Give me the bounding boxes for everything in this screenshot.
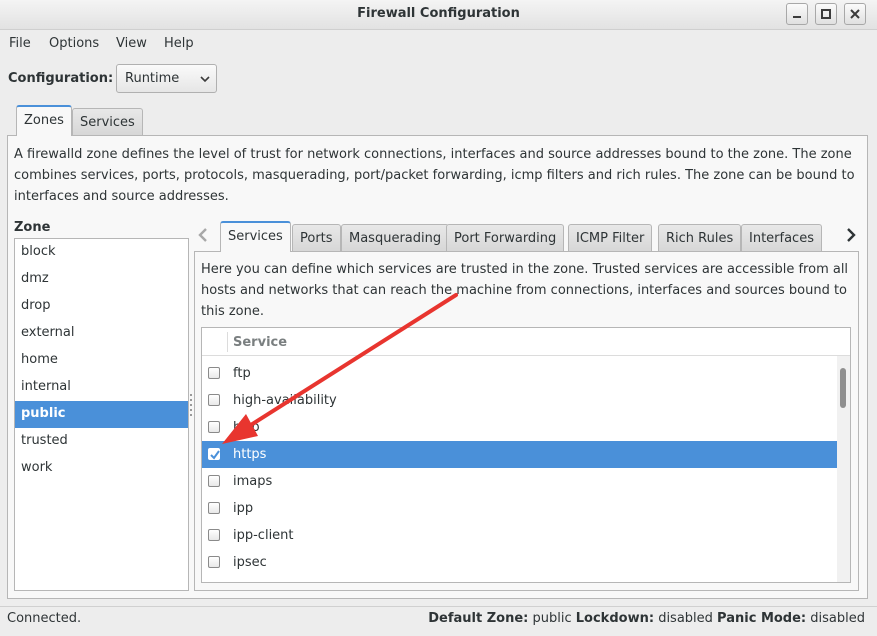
zone-list[interactable]: block dmz drop external home internal pu… xyxy=(14,238,189,591)
tabs-scroll-left-icon[interactable] xyxy=(196,226,210,244)
service-table-scrollbar[interactable] xyxy=(837,356,850,582)
connection-status: Connected. xyxy=(7,611,82,626)
service-checkbox-checked[interactable] xyxy=(208,448,220,460)
zone-item-dmz[interactable]: dmz xyxy=(15,266,188,293)
service-name: https xyxy=(233,447,267,462)
menu-view[interactable]: View xyxy=(116,36,147,51)
default-zone-value: public xyxy=(532,611,572,626)
zone-item-trusted[interactable]: trusted xyxy=(15,428,188,455)
table-row-selected[interactable]: https xyxy=(202,441,837,468)
configuration-combo[interactable]: Runtime xyxy=(116,64,217,93)
services-description: Here you can define which services are t… xyxy=(201,262,849,319)
tab-rich-rules[interactable]: Rich Rules xyxy=(658,224,742,252)
minimize-button[interactable] xyxy=(786,3,808,25)
tab-masquerading[interactable]: Masquerading xyxy=(341,224,450,252)
service-table-header[interactable]: Service xyxy=(202,328,850,356)
default-zone-label: Default Zone: xyxy=(428,611,529,626)
status-summary: Default Zone: public Lockdown: disabled … xyxy=(428,611,865,626)
table-row[interactable]: http xyxy=(202,414,837,441)
table-row[interactable]: ipp-client xyxy=(202,522,837,549)
chevron-down-icon xyxy=(200,76,210,83)
panic-mode-label: Panic Mode: xyxy=(717,611,807,626)
tab-icmp-filter[interactable]: ICMP Filter xyxy=(568,224,653,252)
menu-options[interactable]: Options xyxy=(49,36,99,51)
zone-item-external[interactable]: external xyxy=(15,320,188,347)
service-name: imaps xyxy=(233,474,273,489)
zone-item-internal[interactable]: internal xyxy=(15,374,188,401)
tab-services[interactable]: Services xyxy=(220,221,291,252)
service-column-header[interactable]: Service xyxy=(233,335,287,350)
table-row[interactable]: ftp xyxy=(202,360,837,387)
zone-item-drop[interactable]: drop xyxy=(15,293,188,320)
service-name: http xyxy=(233,420,260,435)
table-row[interactable]: ipp xyxy=(202,495,837,522)
service-name: high-availability xyxy=(233,393,337,408)
title-bar: Firewall Configuration xyxy=(0,0,877,30)
table-row[interactable]: imaps xyxy=(202,468,837,495)
service-checkbox[interactable] xyxy=(208,556,220,568)
lockdown-label: Lockdown: xyxy=(575,611,655,626)
tab-services-top[interactable]: Services xyxy=(72,108,143,136)
scrollbar-thumb[interactable] xyxy=(840,368,846,408)
pane-resize-handle[interactable] xyxy=(190,394,193,418)
service-name: ipp xyxy=(233,501,254,516)
maximize-button[interactable] xyxy=(815,3,837,25)
service-checkbox[interactable] xyxy=(208,502,220,514)
service-checkbox[interactable] xyxy=(208,367,220,379)
service-name: ftp xyxy=(233,366,251,381)
service-name: ipsec xyxy=(233,555,267,570)
zone-list-label: Zone xyxy=(14,220,51,235)
close-button[interactable] xyxy=(844,3,866,25)
window-title: Firewall Configuration xyxy=(357,6,520,21)
tabs-scroll-right-icon[interactable] xyxy=(844,226,858,244)
service-checkbox[interactable] xyxy=(208,421,220,433)
service-table[interactable]: Service ftp high-availability http https… xyxy=(201,327,851,583)
zones-description: A firewalld zone defines the level of tr… xyxy=(14,147,855,204)
service-checkbox[interactable] xyxy=(208,529,220,541)
maximize-icon xyxy=(821,9,831,19)
status-bar: Connected. Default Zone: public Lockdown… xyxy=(0,606,877,630)
menu-help[interactable]: Help xyxy=(164,36,194,51)
tab-ports[interactable]: Ports xyxy=(292,224,341,252)
lockdown-value: disabled xyxy=(658,611,713,626)
checkmark-icon xyxy=(210,450,220,460)
service-checkbox[interactable] xyxy=(208,475,220,487)
zone-item-work[interactable]: work xyxy=(15,455,188,482)
header-divider xyxy=(227,332,228,352)
tab-zones[interactable]: Zones xyxy=(16,105,72,136)
configuration-label: Configuration: xyxy=(8,71,114,86)
service-checkbox[interactable] xyxy=(208,394,220,406)
tab-port-forwarding[interactable]: Port Forwarding xyxy=(446,224,565,252)
zone-item-block[interactable]: block xyxy=(15,239,188,266)
panic-mode-value: disabled xyxy=(810,611,865,626)
table-row[interactable]: high-availability xyxy=(202,387,837,414)
close-icon xyxy=(850,9,860,19)
zone-item-home[interactable]: home xyxy=(15,347,188,374)
menu-bar: File Options View Help xyxy=(0,32,877,56)
minimize-icon xyxy=(793,16,801,18)
menu-file[interactable]: File xyxy=(9,36,31,51)
table-row[interactable]: ipsec xyxy=(202,549,837,576)
configuration-value: Runtime xyxy=(125,71,180,86)
service-name: ipp-client xyxy=(233,528,294,543)
zone-item-public[interactable]: public xyxy=(15,401,188,428)
tab-interfaces[interactable]: Interfaces xyxy=(741,224,822,252)
